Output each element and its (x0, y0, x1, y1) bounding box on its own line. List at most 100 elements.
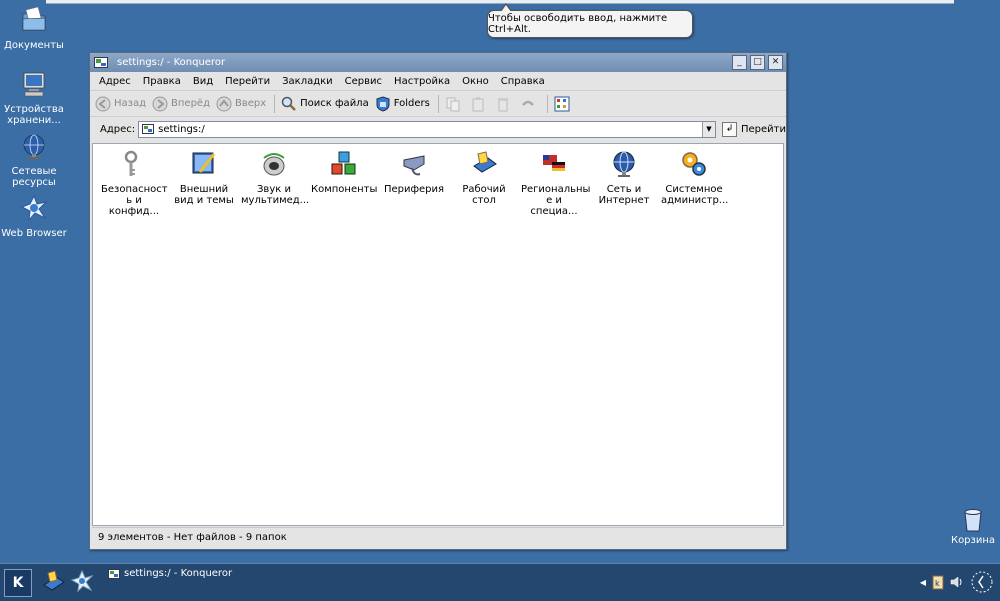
item-label: Звук и мультимед... (241, 184, 310, 206)
enter-arrow-icon: ↲ (722, 121, 737, 137)
back-button[interactable]: Назад (95, 96, 146, 112)
up-arrow-icon (216, 96, 232, 111)
settings-item-system-admin[interactable]: Системное администр... (661, 150, 729, 206)
settings-item-peripherals[interactable]: Периферия (381, 150, 447, 195)
tooltip-text: Чтобы освободить ввод, нажмите Ctrl+Alt. (488, 13, 668, 35)
k-menu-button[interactable]: K (4, 569, 32, 597)
toolbar-separator (546, 94, 548, 113)
address-value: settings:/ (158, 123, 205, 135)
settings-item-components[interactable]: Компоненты (311, 150, 377, 195)
network-resources-icon (23, 134, 45, 159)
chevron-down-icon: ▼ (706, 125, 712, 133)
speaker-icon (263, 153, 285, 176)
find-file-label: Поиск файла (300, 98, 369, 109)
item-label: Сеть и Интернет (598, 184, 650, 206)
input-release-tooltip: Чтобы освободить ввод, нажмите Ctrl+Alt. (487, 3, 693, 38)
find-file-button[interactable]: Поиск файла (281, 96, 369, 112)
icon-view-icon (554, 96, 570, 111)
maximize-button[interactable]: □ (750, 55, 765, 70)
quicklaunch-desktop-icon[interactable] (42, 569, 66, 593)
web-browser-icon (20, 194, 48, 222)
clock-icon[interactable] (970, 570, 994, 594)
menu-address[interactable]: Адрес (99, 76, 131, 87)
magnifier-icon (281, 96, 297, 111)
desktop-icon-label: Сетевые ресурсы (11, 166, 57, 188)
up-button[interactable]: Вверх (216, 96, 266, 112)
peripherals-icon (403, 155, 425, 176)
item-label: Внешний вид и темы (174, 184, 234, 206)
task-konqueror[interactable]: settings:/ - Konqueror (108, 568, 232, 579)
minimize-button[interactable]: _ (732, 55, 747, 70)
trash-label: Корзина (950, 535, 996, 546)
menu-view[interactable]: Вид (193, 76, 213, 87)
desktop-icon-web-browser[interactable]: Web Browser (0, 194, 68, 239)
components-icon (331, 151, 356, 175)
main-toolbar: Назад Вперёд Вверх Поиск файла Folders (90, 91, 786, 117)
keys-icon (124, 150, 138, 176)
konqueror-window: settings:/ - Konqueror _ □ ✕ Адрес Правк… (89, 52, 787, 550)
maximize-icon: □ (753, 57, 762, 67)
settings-item-appearance[interactable]: Внешний вид и темы (171, 150, 237, 206)
settings-item-regional[interactable]: Региональны е и специа... (521, 150, 590, 217)
settings-item-desktop[interactable]: Рабочий стол (451, 150, 517, 206)
forward-label: Вперёд (171, 98, 210, 109)
menu-tools[interactable]: Сервис (345, 76, 382, 87)
tray-expand-icon[interactable]: ◀ (920, 578, 926, 587)
desktop-icon-label: Устройства хранени... (4, 104, 64, 126)
system-tray: ◀ k (920, 570, 994, 594)
copy-icon (446, 97, 460, 111)
taskbar: K settings:/ - Konqueror ◀ k (0, 563, 1000, 601)
item-label: Рабочий стол (462, 184, 506, 206)
menu-go[interactable]: Перейти (225, 76, 270, 87)
menu-bookmarks[interactable]: Закладки (282, 76, 333, 87)
desktop-icon-storage[interactable]: Устройства хранени... (0, 70, 68, 126)
address-bar: Адрес: settings:/ ▼ ↲ Перейти (90, 117, 786, 141)
desktop-icon-documents[interactable]: Документы (0, 6, 68, 51)
toolbar-separator (274, 94, 276, 113)
flags-icon (543, 155, 565, 171)
folders-label: Folders (393, 98, 430, 109)
back-arrow-icon (95, 96, 111, 111)
task-title: settings:/ - Konqueror (124, 568, 233, 579)
go-label: Перейти (741, 123, 786, 135)
app-window-icon (94, 56, 108, 68)
status-bar: 9 элементов - Нет файлов - 9 папок (92, 527, 782, 546)
quicklaunch-browser-icon[interactable] (70, 569, 94, 593)
copy-button[interactable] (445, 96, 464, 112)
menu-edit[interactable]: Правка (143, 76, 181, 87)
item-label: Системное администр... (661, 184, 729, 206)
volume-icon[interactable] (950, 575, 964, 589)
trash-can-icon (964, 509, 982, 532)
address-label: Адрес: (100, 123, 136, 135)
settings-item-security[interactable]: Безопасност ь и конфид... (101, 150, 168, 217)
go-button[interactable]: ↲ Перейти (722, 121, 786, 137)
menu-bar: Адрес Правка Вид Перейти Закладки Сервис… (90, 72, 786, 91)
klipper-icon[interactable]: k (932, 574, 944, 590)
menu-help[interactable]: Справка (501, 76, 545, 87)
paste-button[interactable] (470, 96, 489, 112)
menu-window[interactable]: Окно (462, 76, 489, 87)
desktop-icon-trash[interactable]: Корзина (950, 508, 996, 546)
folders-button[interactable]: Folders (375, 95, 430, 112)
desktop-icon-network[interactable]: Сетевые ресурсы (0, 132, 68, 188)
menu-settings[interactable]: Настройка (394, 76, 450, 87)
desktop-icon-label: Web Browser (1, 228, 67, 239)
back-label: Назад (114, 98, 147, 109)
appearance-icon (192, 152, 216, 174)
kde-logo-icon: K (12, 575, 24, 591)
address-dropdown-button[interactable]: ▼ (702, 121, 715, 137)
window-titlebar[interactable]: settings:/ - Konqueror _ □ ✕ (90, 53, 786, 72)
desktop-icon-label: Документы (4, 40, 64, 51)
close-button[interactable]: ✕ (768, 55, 783, 70)
reload-button[interactable] (520, 96, 539, 112)
item-label: Периферия (383, 184, 445, 195)
minimize-icon: _ (737, 57, 742, 67)
forward-button[interactable]: Вперёд (152, 96, 210, 112)
address-input[interactable]: settings:/ ▼ (138, 120, 716, 138)
trash-button[interactable] (495, 96, 514, 112)
view-mode-button[interactable] (554, 96, 573, 112)
documents-folder-icon (22, 6, 46, 31)
settings-item-network[interactable]: Сеть и Интернет (591, 150, 657, 206)
settings-item-sound[interactable]: Звук и мультимед... (241, 150, 310, 206)
svg-text:k: k (935, 579, 940, 588)
